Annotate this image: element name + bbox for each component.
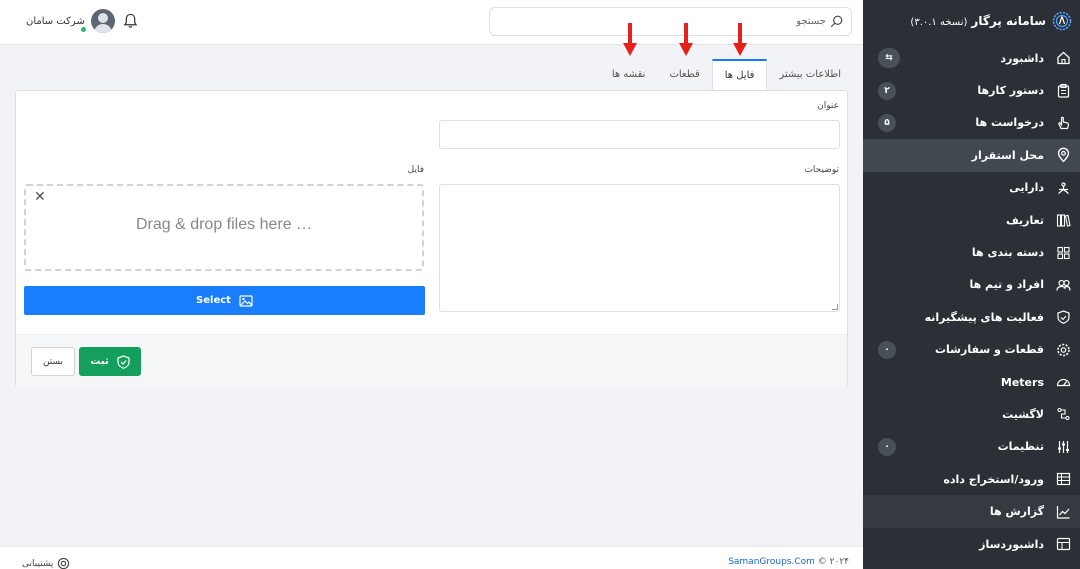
sidebar-item-label: داشبورد xyxy=(1000,51,1044,65)
sidebar-item-label: درخواست ها xyxy=(975,116,1044,130)
form-actions: ثبت بستن xyxy=(16,334,847,387)
search-input[interactable]: جستجو xyxy=(796,16,826,27)
sidebar-item[interactable]: محل استقرار xyxy=(863,139,1080,172)
hand-icon xyxy=(1058,116,1070,130)
copyright: SamanGroups.Com © ۲۰۲۴ xyxy=(728,557,849,567)
logo-icon xyxy=(1052,11,1072,31)
tab-maps[interactable]: نقشه ها xyxy=(600,59,658,90)
sliders-icon xyxy=(1058,440,1069,453)
sidebar-item[interactable]: داشبورد ⇆ xyxy=(863,42,1080,74)
page-footer: SamanGroups.Com © ۲۰۲۴ پشتیبانی xyxy=(0,546,863,569)
import-icon xyxy=(1056,473,1071,486)
search-icon xyxy=(830,15,843,28)
close-icon[interactable]: ✕ xyxy=(34,190,46,204)
sidebar-item[interactable]: دستور کارها ۲ xyxy=(863,74,1080,106)
layout-icon xyxy=(1056,537,1071,551)
sidebar-item[interactable]: فعالیت های پیشگیرانه xyxy=(863,301,1080,333)
tab-bar: اطلاعات بیشتر فایل ها قطعات نقشه ها xyxy=(600,59,853,90)
tab-files[interactable]: فایل ها xyxy=(711,59,768,90)
search-box[interactable]: جستجو xyxy=(489,7,852,36)
books-icon xyxy=(1056,214,1071,227)
user-menu[interactable]: شرکت سامان xyxy=(26,9,115,33)
select-label: Select xyxy=(196,295,231,306)
home-icon xyxy=(1057,51,1070,65)
file-form-card: عنوان توضیحات فایل ✕ Drag & drop files h… xyxy=(15,90,848,387)
copyright-link[interactable]: SamanGroups.Com xyxy=(728,557,815,567)
bell-icon[interactable] xyxy=(123,13,138,29)
shield-check-icon xyxy=(117,354,130,369)
copyright-year: © ۲۰۲۴ xyxy=(817,557,849,567)
count-badge: ۲ xyxy=(878,81,896,100)
file-dropzone[interactable]: ✕ Drag & drop files here … xyxy=(24,184,424,271)
sidebar-item[interactable]: تنظیمات ۰ xyxy=(863,431,1080,463)
sidebar-item[interactable]: ورود/استخراج داده xyxy=(863,463,1080,495)
count-badge: ۵ xyxy=(878,113,896,132)
sidebar-item-label: قطعات و سفارشات xyxy=(934,343,1044,357)
save-label: ثبت xyxy=(90,356,109,367)
file-label: فایل xyxy=(407,165,424,175)
sidebar-item[interactable]: داشبوردساز xyxy=(863,528,1080,560)
arrow-down-icon xyxy=(733,23,747,56)
sidebar-item-label: دسته بندی ها xyxy=(971,246,1044,260)
chart-icon xyxy=(1056,505,1070,519)
gauge-icon xyxy=(1056,379,1071,387)
support-icon xyxy=(58,557,70,569)
asset-icon xyxy=(1058,182,1069,194)
sidebar-item-label: Meters xyxy=(1000,375,1044,389)
title-input[interactable] xyxy=(439,120,840,149)
avatar[interactable] xyxy=(90,9,115,33)
sidebar-item-label: افراد و تیم ها xyxy=(969,278,1044,292)
select-file-button[interactable]: Select xyxy=(24,286,425,315)
sidebar-item-label: داشبوردساز xyxy=(979,537,1044,551)
sidebar-item-label: محل استقرار xyxy=(971,148,1044,162)
grid-icon xyxy=(1057,246,1070,259)
support-link[interactable]: پشتیبانی xyxy=(22,557,70,569)
user-name: شرکت سامان xyxy=(26,15,85,27)
sidebar-item-label: لاگشیت xyxy=(1002,407,1044,421)
clipboard-icon xyxy=(1057,83,1070,98)
log-icon xyxy=(1057,408,1070,421)
sidebar-item[interactable]: درخواست ها ۵ xyxy=(863,107,1080,139)
sidebar-item[interactable]: افراد و تیم ها xyxy=(863,269,1080,301)
resize-handle[interactable] xyxy=(832,304,838,310)
description-textarea[interactable] xyxy=(439,184,840,312)
sidebar-item[interactable]: قطعات و سفارشات ۰ xyxy=(863,334,1080,366)
sidebar-item[interactable]: تعاریف xyxy=(863,204,1080,236)
sidebar-item[interactable]: دسته بندی ها xyxy=(863,236,1080,268)
sidebar-item[interactable]: لاگشیت xyxy=(863,398,1080,430)
sidebar-item-label: ورود/استخراج داده xyxy=(943,472,1044,486)
sidebar-nav: داشبورد ⇆ دستور کارها ۲ درخواست ها ۵ محل استقر… xyxy=(863,42,1080,560)
sidebar-item-label: دستور کارها xyxy=(977,84,1044,98)
save-button[interactable]: ثبت xyxy=(79,347,141,376)
gear-icon xyxy=(1057,343,1070,357)
count-badge: ۰ xyxy=(878,340,896,359)
arrow-down-icon xyxy=(623,23,637,56)
sidebar-item-label: فعالیت های پیشگیرانه xyxy=(924,310,1044,324)
users-icon xyxy=(1056,279,1071,291)
brand-title: سامانه پرگار(نسخه ۳.۰.۱) xyxy=(910,14,1046,28)
close-button[interactable]: بستن xyxy=(31,347,75,376)
sidebar-item-label: دارایی xyxy=(1009,181,1044,195)
sidebar-item-label: گزارش ها xyxy=(989,505,1044,519)
sidebar-item-label: تنظیمات xyxy=(997,440,1044,454)
support-label: پشتیبانی xyxy=(22,558,54,569)
image-icon xyxy=(239,294,253,307)
toggle-sidebar-button[interactable]: ⇆ xyxy=(878,48,900,69)
arrow-down-icon xyxy=(679,23,693,56)
tab-parts[interactable]: قطعات xyxy=(657,59,711,90)
description-label: توضیحات xyxy=(804,165,839,175)
count-badge: ۰ xyxy=(878,437,896,456)
shield-icon xyxy=(1057,310,1070,325)
map-pin-icon xyxy=(1057,148,1070,163)
sidebar-item[interactable]: دارایی xyxy=(863,172,1080,204)
dropzone-text: Drag & drop files here … xyxy=(135,216,313,233)
brand[interactable]: سامانه پرگار(نسخه ۳.۰.۱) xyxy=(863,0,1080,42)
title-label: عنوان xyxy=(817,101,839,111)
sidebar-item[interactable]: Meters xyxy=(863,366,1080,398)
sidebar-item[interactable]: گزارش ها xyxy=(863,495,1080,528)
sidebar-item-label: تعاریف xyxy=(1005,213,1044,227)
sidebar: سامانه پرگار(نسخه ۳.۰.۱) داشبورد ⇆ دستور ک… xyxy=(863,0,1080,569)
online-status-dot xyxy=(80,26,87,33)
tab-more-info[interactable]: اطلاعات بیشتر xyxy=(767,59,853,90)
